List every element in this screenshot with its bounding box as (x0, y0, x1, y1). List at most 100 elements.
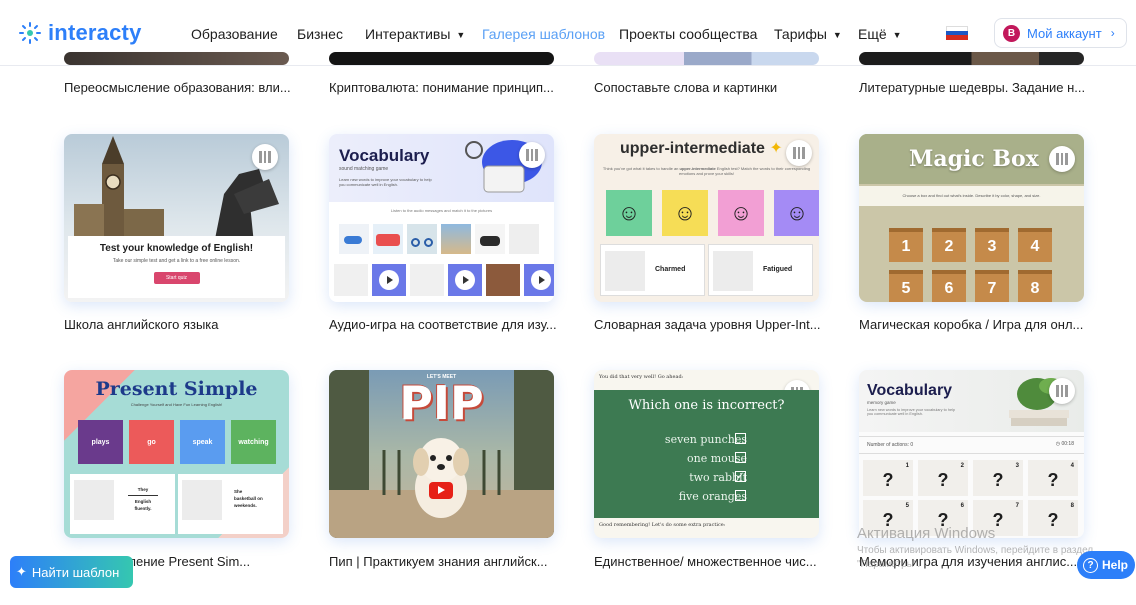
face-tile[interactable]: ☺ (606, 190, 652, 236)
template-card-present-simple[interactable]: Present Simple Challenge Yourself and Ha… (64, 370, 289, 538)
qr-code-icon[interactable] (786, 140, 812, 166)
face-tile[interactable]: ☺ (662, 190, 708, 236)
template-caption[interactable]: Криптовалюта: понимание принцип... (329, 80, 559, 95)
word-chip[interactable]: watching (231, 420, 276, 464)
magic-box[interactable]: 3 (975, 228, 1009, 262)
word-chip[interactable]: go (129, 420, 174, 464)
account-button[interactable]: B Мой аккаунт › (994, 18, 1127, 48)
word-label: Fatigued (763, 266, 793, 273)
nav-business[interactable]: Бизнес (297, 26, 343, 42)
drop-slot[interactable] (713, 251, 753, 291)
sentence-part: They (137, 487, 149, 492)
drop-slot[interactable] (334, 264, 368, 296)
logo[interactable]: interacty (18, 20, 142, 46)
magic-box[interactable]: 7 (975, 270, 1009, 302)
audio-tile[interactable] (448, 264, 482, 296)
memory-tile[interactable]: ? 1 (863, 460, 913, 496)
qr-code-icon[interactable] (519, 142, 545, 168)
audio-tile[interactable] (372, 264, 406, 296)
memory-tile[interactable]: ? 8 (1028, 500, 1078, 536)
template-caption[interactable]: Пип | Практикуем знания английск... (329, 554, 559, 569)
option-checkbox[interactable] (735, 490, 746, 501)
template-thumbnail[interactable] (594, 52, 819, 65)
face-tile[interactable]: ☺ (718, 190, 764, 236)
option-checkbox[interactable] (735, 433, 746, 444)
template-caption[interactable]: Словарная задача уровня Upper-Int... (594, 317, 824, 332)
template-caption[interactable]: Единственное/ множественное чис... (594, 554, 824, 569)
magic-box[interactable]: 1 (889, 228, 923, 262)
template-thumbnail[interactable] (64, 52, 289, 65)
sentence-card[interactable]: She basketball on weekends. (178, 474, 283, 534)
template-thumbnail[interactable] (859, 52, 1084, 65)
template-card-audio-matching[interactable]: Vocabulary sound matching game Learn new… (329, 134, 554, 302)
nav-pricing[interactable]: Тарифы ▼ (774, 26, 842, 42)
sentence-part: weekends. (234, 503, 257, 508)
word-card[interactable]: Fatigued (708, 244, 813, 296)
face-tile[interactable]: ☺ (774, 190, 819, 236)
word-chip[interactable]: speak (180, 420, 225, 464)
find-template-button[interactable]: ✦ Найти шаблон (10, 556, 133, 588)
word-card[interactable]: Charmed (600, 244, 705, 296)
card-title: Vocabulary (867, 382, 953, 399)
qr-code-icon[interactable] (1049, 378, 1075, 404)
card-title: upper-intermediate ✦ (620, 138, 783, 158)
memory-tile[interactable]: ? 4 (1028, 460, 1078, 496)
nav-more[interactable]: Ещё ▼ (858, 26, 902, 42)
drop-slot[interactable] (410, 264, 444, 296)
nav-template-gallery[interactable]: Галерея шаблонов (482, 26, 605, 42)
card-instruction: Listen to the audio messages and match i… (390, 208, 493, 213)
youtube-play-icon[interactable] (429, 482, 453, 499)
memory-tile[interactable]: ? 2 (918, 460, 968, 496)
bicycle-picture (407, 224, 437, 254)
magic-box[interactable]: 6 (932, 270, 966, 302)
template-card-pip-video[interactable]: LET'S MEET PIP (329, 370, 554, 538)
question-mark: ? (937, 470, 949, 490)
drop-slot[interactable] (605, 251, 645, 291)
option-checkbox[interactable] (735, 452, 746, 463)
qr-code-icon[interactable] (252, 144, 278, 170)
template-caption[interactable]: Школа английского языка (64, 317, 294, 332)
question-mark: ? (1047, 470, 1059, 490)
magic-box[interactable]: 2 (932, 228, 966, 262)
logo-icon (19, 22, 41, 44)
drop-slot[interactable] (182, 480, 222, 520)
audio-tile[interactable] (524, 264, 554, 296)
language-flag-icon[interactable] (946, 26, 968, 40)
magic-box[interactable]: 4 (1018, 228, 1052, 262)
template-caption[interactable]: Сопоставьте слова и картинки (594, 80, 824, 95)
picture-tile[interactable] (486, 264, 520, 296)
template-card-memory-game[interactable]: Vocabulary memory game Learn new words t… (859, 370, 1084, 538)
play-icon[interactable] (531, 270, 551, 290)
sentence-text: They English fluently. (128, 486, 158, 512)
game-status-bar: Number of actions: 0 ◷ 00:18 (859, 436, 1084, 454)
start-quiz-button[interactable]: Start quiz (153, 272, 200, 284)
template-card-magic-box[interactable]: Magic Box Choose a box and find out what… (859, 134, 1084, 302)
nav-community-projects[interactable]: Проекты сообщества (619, 26, 757, 42)
help-question-icon: ? (1083, 557, 1098, 573)
magic-box[interactable]: 5 (889, 270, 923, 302)
play-icon[interactable] (379, 270, 399, 290)
magic-box[interactable]: 8 (1018, 270, 1052, 302)
drop-slot[interactable] (74, 480, 114, 520)
nav-interactives[interactable]: Интерактивы ▼ (365, 26, 465, 42)
nav-label: Проекты сообщества (619, 26, 758, 42)
template-card-singular-plural[interactable]: You did that very well! Go ahead: Which … (594, 370, 819, 538)
template-caption[interactable]: Литературные шедевры. Задание н... (859, 80, 1089, 95)
play-icon[interactable] (455, 270, 475, 290)
option-checkbox-checked[interactable]: ✓ (735, 471, 746, 482)
sentence-card[interactable]: They English fluently. (70, 474, 175, 534)
template-caption[interactable]: Магическая коробка / Игра для онл... (859, 317, 1089, 332)
template-thumbnail[interactable] (329, 52, 554, 65)
nav-label: Ещё (858, 26, 887, 42)
nav-education[interactable]: Образование (191, 26, 278, 42)
word-chip[interactable]: plays (78, 420, 123, 464)
memory-tile[interactable]: ? 3 (973, 460, 1023, 496)
template-card-english-school[interactable]: Test your knowledge of English! Take our… (64, 134, 289, 302)
template-caption[interactable]: Переосмысление образования: вли... (64, 80, 294, 95)
template-card-upper-intermediate[interactable]: upper-intermediate ✦ Think you've got wh… (594, 134, 819, 302)
empty-picture-slot (509, 224, 539, 254)
tile-number: 2 (960, 463, 964, 469)
template-caption[interactable]: Аудио-игра на соответствие для изу... (329, 317, 559, 332)
qr-code-icon[interactable] (1049, 146, 1075, 172)
help-button[interactable]: ? Help (1077, 551, 1135, 579)
